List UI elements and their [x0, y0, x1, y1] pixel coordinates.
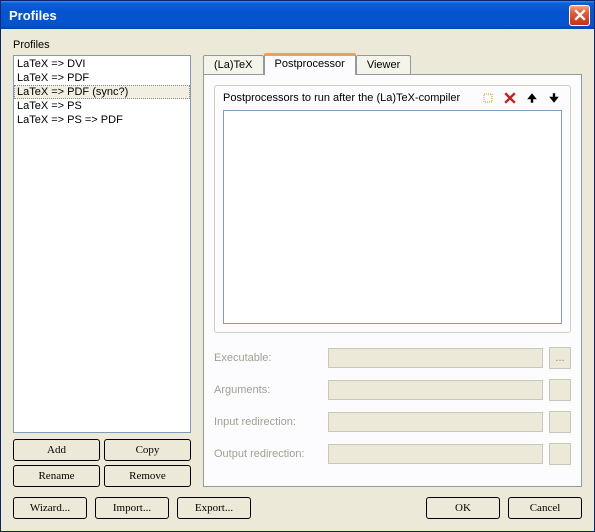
- executable-row: Executable: ...: [214, 347, 571, 369]
- tab-viewer[interactable]: Viewer: [356, 55, 411, 74]
- export-button[interactable]: Export...: [177, 497, 251, 519]
- tab-content-postprocessor: Postprocessors to run after the (La)TeX-…: [203, 74, 582, 487]
- input-redir-label: Input redirection:: [214, 416, 322, 428]
- bottom-bar: Wizard... Import... Export... OK Cancel: [1, 487, 594, 531]
- profiles-listbox[interactable]: LaTeX => DVILaTeX => PDFLaTeX => PDF (sy…: [13, 55, 191, 433]
- output-redir-input[interactable]: [328, 444, 543, 464]
- new-icon: [481, 91, 495, 105]
- move-down-button[interactable]: [546, 90, 562, 106]
- window-title: Profiles: [5, 8, 569, 23]
- output-redir-aux-button[interactable]: [549, 443, 571, 465]
- tab-strip: (La)TeXPostprocessorViewer: [203, 53, 582, 74]
- import-button[interactable]: Import...: [95, 497, 169, 519]
- input-redir-aux-button[interactable]: [549, 411, 571, 433]
- postprocessors-groupbox: Postprocessors to run after the (La)TeX-…: [214, 85, 571, 333]
- executable-input[interactable]: [328, 348, 543, 368]
- copy-button[interactable]: Copy: [104, 439, 191, 461]
- delete-item-button[interactable]: [502, 90, 518, 106]
- list-item[interactable]: LaTeX => PDF (sync?): [14, 85, 190, 99]
- remove-button[interactable]: Remove: [104, 465, 191, 487]
- profile-buttons: Add Copy Rename Remove: [13, 439, 191, 487]
- input-redir-row: Input redirection:: [214, 411, 571, 433]
- delete-icon: [504, 92, 516, 104]
- arguments-aux-button[interactable]: [549, 379, 571, 401]
- arguments-input[interactable]: [328, 380, 543, 400]
- new-item-button[interactable]: [480, 90, 496, 106]
- close-button[interactable]: [569, 5, 590, 26]
- tab-latex[interactable]: (La)TeX: [203, 55, 264, 74]
- postprocessors-list[interactable]: [223, 110, 562, 324]
- output-redir-label: Output redirection:: [214, 448, 322, 460]
- rename-button[interactable]: Rename: [13, 465, 100, 487]
- left-panel: Profiles LaTeX => DVILaTeX => PDFLaTeX =…: [13, 39, 191, 487]
- list-item[interactable]: LaTeX => DVI: [14, 57, 190, 71]
- move-up-button[interactable]: [524, 90, 540, 106]
- right-panel: (La)TeXPostprocessorViewer Postprocessor…: [203, 39, 582, 487]
- form-rows: Executable: ... Arguments: Input redirec…: [214, 347, 571, 465]
- ok-button[interactable]: OK: [426, 497, 500, 519]
- arguments-label: Arguments:: [214, 384, 322, 396]
- list-item[interactable]: LaTeX => PS => PDF: [14, 113, 190, 127]
- close-icon: [574, 9, 586, 21]
- tab-postprocessor[interactable]: Postprocessor: [264, 53, 356, 75]
- list-item[interactable]: LaTeX => PS: [14, 99, 190, 113]
- add-button[interactable]: Add: [13, 439, 100, 461]
- cancel-button[interactable]: Cancel: [508, 497, 582, 519]
- executable-browse-button[interactable]: ...: [549, 347, 571, 369]
- arrow-up-icon: [526, 92, 538, 104]
- main-area: Profiles LaTeX => DVILaTeX => PDFLaTeX =…: [13, 39, 582, 487]
- input-redir-input[interactable]: [328, 412, 543, 432]
- output-redir-row: Output redirection:: [214, 443, 571, 465]
- dialog-content: Profiles LaTeX => DVILaTeX => PDFLaTeX =…: [1, 29, 594, 487]
- groupbox-label: Postprocessors to run after the (La)TeX-…: [223, 92, 474, 104]
- titlebar[interactable]: Profiles: [1, 1, 594, 29]
- profiles-dialog: Profiles Profiles LaTeX => DVILaTeX => P…: [0, 0, 595, 532]
- list-item[interactable]: LaTeX => PDF: [14, 71, 190, 85]
- profiles-label: Profiles: [13, 39, 191, 51]
- arguments-row: Arguments:: [214, 379, 571, 401]
- wizard-button[interactable]: Wizard...: [13, 497, 87, 519]
- executable-label: Executable:: [214, 352, 322, 364]
- arrow-down-icon: [548, 92, 560, 104]
